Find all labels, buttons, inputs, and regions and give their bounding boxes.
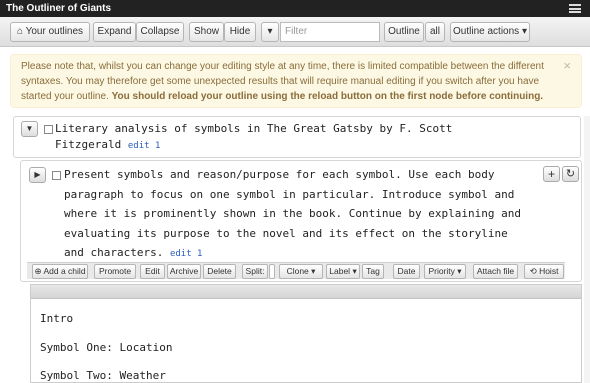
promote-button[interactable]: Promote bbox=[94, 264, 136, 279]
reload-button[interactable]: ↻ bbox=[562, 166, 579, 182]
delete-button[interactable]: Delete bbox=[203, 264, 236, 279]
add-node-button[interactable]: + bbox=[543, 166, 560, 182]
scrollbar[interactable] bbox=[584, 116, 590, 383]
home-icon: ⌂ bbox=[16, 26, 23, 37]
all-button[interactable]: all bbox=[425, 22, 445, 42]
edit-link[interactable]: edit 1 bbox=[170, 249, 203, 259]
split-button[interactable]: Split: bbox=[242, 264, 268, 279]
filter-input[interactable]: Filter bbox=[280, 22, 380, 42]
node-checkbox[interactable] bbox=[52, 171, 61, 180]
plus-icon: + bbox=[547, 167, 555, 181]
main-toolbar: ⌂ Your outlines Expand Collapse Show Hid… bbox=[0, 17, 590, 47]
alert-bold-text: You should reload your outline using the… bbox=[111, 91, 544, 102]
split-input[interactable] bbox=[269, 264, 275, 279]
priority-button[interactable]: Priority ▾ bbox=[424, 264, 466, 279]
hoist-icon: ⟲ bbox=[529, 266, 537, 276]
close-icon[interactable]: × bbox=[563, 58, 571, 73]
outline-actions-button[interactable]: Outline actions ▾ bbox=[450, 22, 530, 42]
caret-down-icon: ▾ bbox=[311, 266, 316, 276]
clone-button[interactable]: Clone ▾ bbox=[279, 264, 323, 279]
caret-down-icon: ▾ bbox=[521, 26, 527, 37]
plus-circle-icon: ⊕ bbox=[34, 266, 42, 276]
node-text: Literary analysis of symbols in The Grea… bbox=[55, 122, 453, 151]
child-item[interactable]: Intro bbox=[40, 312, 73, 325]
triangle-right-icon: ▶ bbox=[34, 170, 41, 179]
collapse-button[interactable]: Collapse bbox=[136, 22, 184, 42]
add-child-button[interactable]: ⊕ Add a child bbox=[32, 264, 88, 279]
syntax-warning-alert: × Please note that, whilst you can chang… bbox=[10, 54, 582, 108]
hide-button[interactable]: Hide bbox=[224, 22, 256, 42]
tag-button[interactable]: Tag bbox=[362, 264, 384, 279]
outline-button[interactable]: Outline bbox=[384, 22, 424, 42]
app-title: The Outliner of Giants bbox=[6, 3, 112, 14]
triangle-down-icon: ▼ bbox=[25, 124, 34, 133]
expand-button[interactable]: Expand bbox=[93, 22, 136, 42]
expand-toggle[interactable]: ▶ bbox=[29, 167, 46, 183]
edit-button[interactable]: Edit bbox=[140, 264, 165, 279]
collapse-toggle[interactable]: ▼ bbox=[21, 121, 38, 137]
node-text: Present symbols and reason/purpose for e… bbox=[64, 168, 521, 259]
caret-down-icon: ▾ bbox=[352, 266, 357, 276]
menu-icon[interactable] bbox=[569, 4, 581, 13]
edit-link[interactable]: edit 1 bbox=[128, 141, 161, 151]
pane-header bbox=[31, 285, 581, 299]
child-item[interactable]: Symbol One: Location bbox=[40, 341, 172, 354]
caret-down-icon: ▾ bbox=[267, 26, 273, 37]
caret-down-icon: ▾ bbox=[457, 266, 462, 276]
show-button[interactable]: Show bbox=[189, 22, 224, 42]
app-title-bar: The Outliner of Giants bbox=[0, 0, 590, 17]
node-checkbox[interactable] bbox=[44, 125, 53, 134]
child-item[interactable]: Symbol Two: Weather bbox=[40, 369, 166, 382]
archive-button[interactable]: Archive bbox=[167, 264, 201, 279]
attach-file-button[interactable]: Attach file bbox=[473, 264, 518, 279]
outline-node-root: ▼ Literary analysis of symbols in The Gr… bbox=[13, 116, 581, 158]
date-button[interactable]: Date bbox=[393, 264, 420, 279]
label-button[interactable]: Label ▾ bbox=[326, 264, 360, 279]
reload-icon: ↻ bbox=[565, 168, 576, 180]
children-pane: Intro Symbol One: Location Symbol Two: W… bbox=[30, 284, 582, 383]
hoist-button[interactable]: ⟲ Hoist bbox=[524, 264, 564, 279]
your-outlines-button[interactable]: ⌂ Your outlines bbox=[10, 22, 90, 42]
node-action-bar: ⊕ Add a child Promote Edit Archive Delet… bbox=[27, 262, 565, 279]
filter-dropdown-button[interactable]: ▾ bbox=[261, 22, 279, 42]
